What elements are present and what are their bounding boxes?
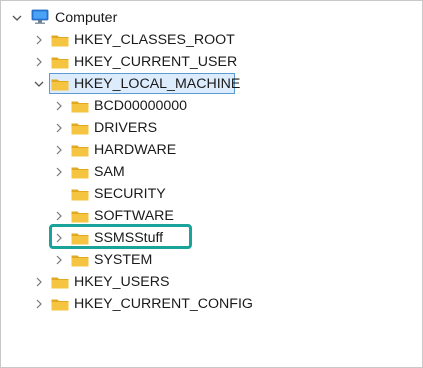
tree-item-bcd00000000[interactable]: BCD00000000 <box>1 95 422 117</box>
tree-item-label: SOFTWARE <box>94 208 174 224</box>
folder-icon <box>71 145 89 157</box>
tree-item-drivers[interactable]: DRIVERS <box>1 117 422 139</box>
tree-item-label: SSMSStuff <box>94 230 164 246</box>
tree-item-hkey-users[interactable]: HKEY_USERS <box>1 271 422 293</box>
chevron-right-icon[interactable] <box>33 298 45 310</box>
chevron-right-icon[interactable] <box>33 34 45 46</box>
tree-item-label: HKEY_LOCAL_MACHINE <box>74 76 241 92</box>
chevron-right-icon[interactable] <box>53 210 65 222</box>
tree-root-computer[interactable]: Computer <box>1 7 422 29</box>
folder-icon <box>51 277 69 289</box>
chevron-right-icon[interactable] <box>33 276 45 288</box>
tree-item-label: HKEY_CURRENT_CONFIG <box>74 296 253 312</box>
tree-item-hkey-current-config[interactable]: HKEY_CURRENT_CONFIG <box>1 293 422 315</box>
tree-item-label: BCD00000000 <box>94 98 188 114</box>
tree-item-hkey-current-user[interactable]: HKEY_CURRENT_USER <box>1 51 422 73</box>
tree-item-hardware[interactable]: HARDWARE <box>1 139 422 161</box>
folder-icon <box>71 167 89 179</box>
chevron-right-icon[interactable] <box>33 56 45 68</box>
tree-item-hkey-classes-root[interactable]: HKEY_CLASSES_ROOT <box>1 29 422 51</box>
tree-item-security[interactable]: SECURITY <box>1 183 422 205</box>
folder-icon <box>71 123 89 135</box>
folder-icon <box>51 299 69 311</box>
tree-item-system[interactable]: SYSTEM <box>1 249 422 271</box>
tree-item-label: HKEY_USERS <box>74 274 170 290</box>
chevron-right-icon[interactable] <box>53 254 65 266</box>
tree-item-label: Computer <box>55 10 118 26</box>
computer-icon <box>31 9 49 24</box>
folder-icon <box>51 57 69 69</box>
tree-item-label: SYSTEM <box>94 252 153 268</box>
folder-icon <box>51 79 69 91</box>
folder-icon <box>71 211 89 223</box>
registry-tree-panel: Computer HKEY_CLASSES_ROOT HKEY_CURRENT_… <box>0 0 423 368</box>
tree-item-label: SAM <box>94 164 125 180</box>
chevron-right-icon[interactable] <box>53 122 65 134</box>
chevron-right-icon[interactable] <box>53 166 65 178</box>
chevron-right-icon[interactable] <box>53 100 65 112</box>
tree-item-label: HKEY_CURRENT_USER <box>74 54 238 70</box>
tree-item-sam[interactable]: SAM <box>1 161 422 183</box>
chevron-right-icon[interactable] <box>53 232 65 244</box>
folder-icon <box>71 255 89 267</box>
chevron-right-icon[interactable] <box>53 144 65 156</box>
tree-item-label: SECURITY <box>94 186 166 202</box>
chevron-down-icon[interactable] <box>11 12 23 24</box>
folder-icon <box>71 101 89 113</box>
tree-item-label: HARDWARE <box>94 142 177 158</box>
folder-icon <box>71 189 89 201</box>
tree-item-label: DRIVERS <box>94 120 158 136</box>
tree-item-hkey-local-machine[interactable]: HKEY_LOCAL_MACHINE <box>1 73 422 95</box>
folder-icon <box>71 233 89 245</box>
folder-icon <box>51 35 69 47</box>
tree-item-ssmsstuff[interactable]: SSMSStuff <box>1 227 422 249</box>
chevron-down-icon[interactable] <box>33 78 45 90</box>
tree-item-label: HKEY_CLASSES_ROOT <box>74 32 235 48</box>
